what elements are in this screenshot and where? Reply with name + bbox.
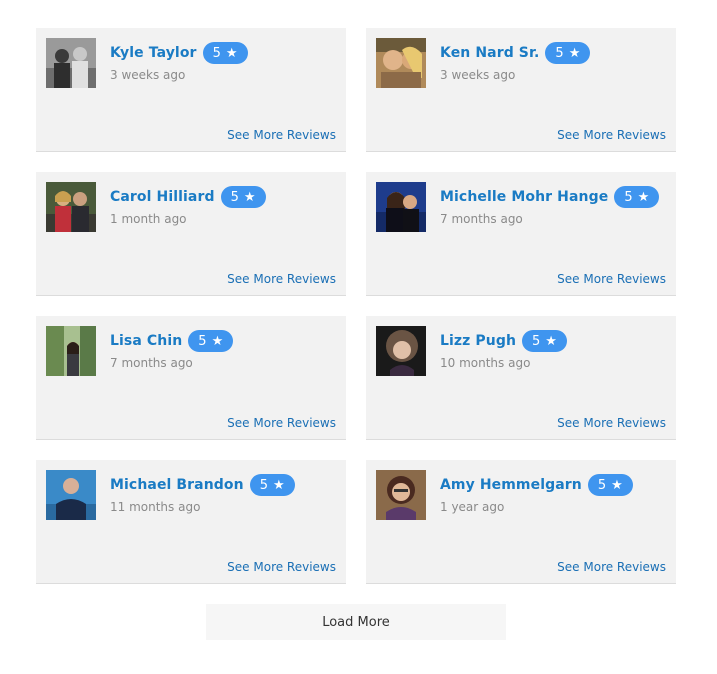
review-card: Michael Brandon 5 ★ 11 months ago See Mor… [36, 460, 346, 584]
name-row: Michelle Mohr Hange 5 ★ [440, 185, 660, 209]
rating-badge: 5 ★ [202, 42, 248, 64]
reviewer-name[interactable]: Carol Hilliard [110, 189, 215, 205]
avatar[interactable] [46, 182, 96, 232]
see-more-reviews-link[interactable]: See More Reviews [227, 416, 336, 430]
avatar[interactable] [376, 38, 426, 88]
reviewer-name[interactable]: Kyle Taylor [110, 45, 197, 61]
rating-value: 5 [212, 45, 221, 61]
avatar[interactable] [376, 470, 426, 520]
avatar[interactable] [46, 38, 96, 88]
star-icon: ★ [225, 45, 238, 61]
name-row: Michael Brandon 5 ★ [110, 473, 295, 497]
rating-badge: 5 ★ [522, 330, 567, 352]
review-time: 7 months ago [110, 356, 193, 370]
avatar[interactable] [46, 470, 96, 520]
review-card: Lisa Chin 5 ★ 7 months ago See More Revie… [36, 316, 346, 440]
review-card: Lizz Pugh 5 ★ 10 months ago See More Revi… [366, 316, 676, 440]
name-row: Kyle Taylor 5 ★ [110, 41, 248, 65]
rating-value: 5 [259, 477, 268, 493]
review-card: Michelle Mohr Hange 5 ★ 7 months ago See … [366, 172, 676, 296]
see-more-reviews-link[interactable]: See More Reviews [557, 560, 666, 574]
rating-badge: 5 ★ [587, 474, 633, 496]
rating-badge: 5 ★ [220, 186, 266, 208]
rating-value: 5 [555, 45, 564, 61]
review-time: 1 month ago [110, 212, 187, 226]
review-card: Amy Hemmelgarn 5 ★ 1 year ago See More Re… [366, 460, 676, 584]
review-time: 3 weeks ago [110, 68, 186, 82]
star-icon: ★ [545, 333, 557, 349]
rating-badge: 5 ★ [614, 186, 660, 208]
review-card: Carol Hilliard 5 ★ 1 month ago See More R… [36, 172, 346, 296]
rating-badge: 5 ★ [249, 474, 295, 496]
avatar[interactable] [376, 326, 426, 376]
see-more-reviews-link[interactable]: See More Reviews [557, 128, 666, 142]
name-row: Lizz Pugh 5 ★ [440, 329, 567, 353]
name-row: Ken Nard Sr. 5 ★ [440, 41, 591, 65]
reviewer-name[interactable]: Lizz Pugh [440, 333, 516, 349]
reviews-grid: Kyle Taylor 5 ★ 3 weeks ago See More Revi… [36, 28, 676, 584]
see-more-reviews-link[interactable]: See More Reviews [227, 560, 336, 574]
review-card: Kyle Taylor 5 ★ 3 weeks ago See More Revi… [36, 28, 346, 152]
review-time: 11 months ago [110, 500, 201, 514]
see-more-reviews-link[interactable]: See More Reviews [557, 272, 666, 286]
rating-value: 5 [198, 333, 207, 349]
review-time: 1 year ago [440, 500, 505, 514]
see-more-reviews-link[interactable]: See More Reviews [557, 416, 666, 430]
review-time: 10 months ago [440, 356, 531, 370]
star-icon: ★ [637, 189, 650, 205]
review-time: 7 months ago [440, 212, 523, 226]
load-more-button[interactable]: Load More [206, 604, 506, 640]
name-row: Carol Hilliard 5 ★ [110, 185, 266, 209]
name-row: Amy Hemmelgarn 5 ★ [440, 473, 633, 497]
rating-value: 5 [230, 189, 239, 205]
see-more-reviews-link[interactable]: See More Reviews [227, 128, 336, 142]
reviewer-name[interactable]: Ken Nard Sr. [440, 45, 539, 61]
star-icon: ★ [568, 45, 581, 61]
rating-value: 5 [532, 333, 541, 349]
star-icon: ★ [611, 477, 623, 493]
reviewer-name[interactable]: Amy Hemmelgarn [440, 477, 582, 493]
star-icon: ★ [211, 333, 224, 349]
avatar[interactable] [46, 326, 96, 376]
reviewer-name[interactable]: Lisa Chin [110, 333, 182, 349]
review-time: 3 weeks ago [440, 68, 516, 82]
star-icon: ★ [243, 189, 256, 205]
star-icon: ★ [273, 477, 285, 493]
rating-value: 5 [624, 189, 633, 205]
rating-badge: 5 ★ [188, 330, 234, 352]
rating-badge: 5 ★ [545, 42, 591, 64]
avatar[interactable] [376, 182, 426, 232]
reviewer-name[interactable]: Michael Brandon [110, 477, 244, 493]
see-more-reviews-link[interactable]: See More Reviews [227, 272, 336, 286]
reviewer-name[interactable]: Michelle Mohr Hange [440, 189, 608, 205]
name-row: Lisa Chin 5 ★ [110, 329, 234, 353]
review-card: Ken Nard Sr. 5 ★ 3 weeks ago See More Rev… [366, 28, 676, 152]
rating-value: 5 [597, 477, 607, 493]
